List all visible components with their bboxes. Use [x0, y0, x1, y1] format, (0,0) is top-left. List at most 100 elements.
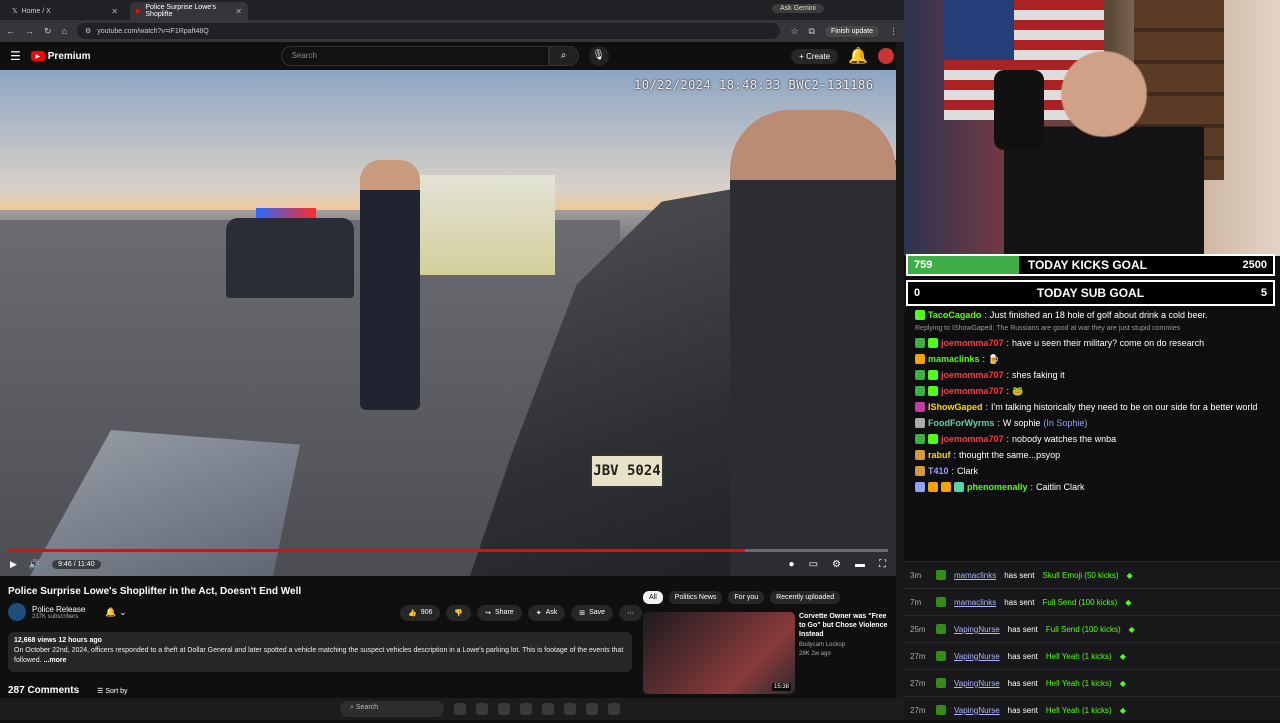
alert-user[interactable]: VapingNurse — [954, 706, 1000, 715]
back-icon[interactable]: ← — [6, 26, 15, 36]
forward-icon[interactable]: → — [25, 26, 34, 36]
chat-reply-tag[interactable]: (In Sophie) — [1043, 417, 1087, 429]
alert-user[interactable]: VapingNurse — [954, 679, 1000, 688]
home-icon[interactable]: ⌂ — [62, 26, 67, 36]
description-more-link[interactable]: ...more — [44, 657, 67, 664]
recommended-channel: Bodycam Lockup — [799, 642, 846, 648]
play-icon[interactable]: ▶ — [10, 559, 17, 570]
chat-message: joemomma707: shes faking it — [906, 367, 1280, 383]
recommended-title[interactable]: Corvette Owner was "Free to Go" but Chos… — [799, 612, 889, 639]
chat-username[interactable]: FoodForWyrms — [928, 417, 994, 429]
alert-item: Full Send (100 kicks) — [1042, 597, 1118, 607]
tab-youtube-video[interactable]: ▶ Police Surprise Lowe's Shoplifte ✕ — [130, 2, 248, 20]
alert-item: Hell Yeah (1 kicks) — [1045, 705, 1112, 715]
gift-badge-icon — [928, 386, 938, 396]
close-icon[interactable]: ✕ — [235, 7, 242, 16]
chat-username[interactable]: mamaclinks — [928, 353, 980, 365]
chip-politics-news[interactable]: Politics News — [668, 591, 723, 604]
player-controls: ▶ 🔊 9:46 / 11:40 ● ▭ ⚙ ▬ ⛶ — [0, 552, 896, 576]
chat-username[interactable]: TacoCagado — [928, 309, 981, 321]
alert-item: Hell Yeah (1 kicks) — [1045, 651, 1112, 661]
alert-user[interactable]: mamaclinks — [954, 571, 996, 580]
chip-all[interactable]: All — [643, 591, 663, 604]
like-button[interactable]: 👍 906 — [400, 605, 441, 621]
youtube-premium-logo[interactable]: ▶ Premium — [30, 51, 91, 62]
spotify-icon[interactable] — [520, 703, 532, 715]
subscriber-badge-icon — [915, 482, 925, 492]
volume-icon[interactable]: 🔊 — [29, 559, 40, 570]
subtitles-icon[interactable]: ▭ — [809, 559, 818, 570]
create-button[interactable]: + Create — [791, 48, 839, 64]
chip-for-you[interactable]: For you — [728, 591, 765, 604]
site-info-icon[interactable]: ⚙ — [85, 27, 91, 35]
search-input[interactable]: Search — [280, 46, 549, 66]
alert-time: 27m — [910, 678, 926, 688]
ask-gemini-button[interactable]: Ask Gemini — [772, 4, 824, 13]
channel-name[interactable]: Police Release — [32, 605, 85, 614]
task-view-icon[interactable] — [454, 703, 466, 715]
discord-icon[interactable] — [586, 703, 598, 715]
video-description[interactable]: 12,668 views 12 hours ago On October 22n… — [8, 632, 632, 672]
channel-avatar[interactable] — [8, 603, 26, 621]
chat-message: TacoCagado: Just finished an 18 hole of … — [906, 307, 1280, 323]
alert-user[interactable]: mamaclinks — [954, 598, 996, 607]
video-thumbnail[interactable]: 15:38 — [643, 612, 795, 694]
obs-icon[interactable] — [542, 703, 554, 715]
autoplay-toggle-icon[interactable]: ● — [789, 559, 795, 570]
chat-username[interactable]: T410 — [928, 465, 949, 477]
steam-icon[interactable] — [564, 703, 576, 715]
dislike-button[interactable]: 👎 — [446, 605, 472, 621]
chat-username[interactable]: joemomma707 — [941, 369, 1004, 381]
close-icon[interactable]: ✕ — [111, 7, 118, 16]
chat-username[interactable]: rabuf — [928, 449, 951, 461]
comment-count: 287 Comments — [8, 685, 80, 696]
avatar[interactable] — [878, 48, 894, 64]
menu-kebab-icon[interactable]: ⋮ — [889, 26, 898, 37]
kicks-goal-current: 759 — [914, 259, 933, 271]
kicks-goal-label: TODAY KICKS GOAL — [1027, 258, 1147, 272]
fullscreen-icon[interactable]: ⛶ — [879, 559, 886, 570]
share-button[interactable]: ↪ Share — [477, 605, 522, 621]
microphone-icon[interactable]: 🎙 — [588, 46, 609, 66]
chat-username[interactable]: joemomma707 — [941, 433, 1004, 445]
more-actions-button[interactable]: ⋯ — [619, 605, 643, 621]
chat-username[interactable]: phenomenally — [967, 481, 1028, 493]
address-bar[interactable]: ⚙ youtube.com/watch?v=iF1Rpaft48Q — [76, 23, 781, 39]
ask-button[interactable]: ✦ Ask — [527, 605, 566, 621]
alert-row: 27m VapingNurse has sent Hell Yeah (1 ki… — [904, 669, 1280, 696]
hamburger-menu-icon[interactable]: ☰ — [10, 49, 21, 63]
subscriber-badge-icon — [915, 338, 925, 348]
bookmark-star-icon[interactable]: ☆ — [790, 26, 798, 37]
chat-username[interactable]: IShowGaped — [928, 401, 983, 413]
subscriber-badge-icon — [915, 434, 925, 444]
extensions-icon[interactable]: ⧉ — [809, 26, 815, 37]
chat-username[interactable]: joemomma707 — [941, 337, 1004, 349]
finish-update-button[interactable]: Finish update — [824, 25, 879, 37]
browser-tab-bar: 𝕏 Home / X ✕ ▶ Police Surprise Lowe's Sh… — [0, 0, 904, 20]
alert-user[interactable]: VapingNurse — [954, 625, 1000, 634]
alert-user[interactable]: VapingNurse — [954, 652, 1000, 661]
app-icon[interactable] — [608, 703, 620, 715]
recommended-meta: 28K 2w ago — [799, 651, 831, 657]
tab-home-x[interactable]: 𝕏 Home / X ✕ — [6, 2, 124, 20]
taskbar-search[interactable]: ⌕ Search — [340, 701, 444, 717]
file-explorer-icon[interactable] — [498, 703, 510, 715]
video-player[interactable]: JBV 5024 10/22/2024 18:48:33 BWC2-131186… — [0, 70, 896, 576]
recommended-video[interactable]: 15:38 Corvette Owner was "Free to Go" bu… — [643, 612, 889, 694]
chat-message: joemomma707: nobody watches the wnba — [906, 431, 1280, 447]
x-logo-icon: 𝕏 — [12, 8, 18, 15]
chrome-icon[interactable] — [476, 703, 488, 715]
save-button[interactable]: ⊞ Save — [571, 605, 614, 621]
chat-username[interactable]: joemomma707 — [941, 385, 1004, 397]
subscribed-bell-button[interactable]: 🔔 ⌄ — [105, 607, 126, 618]
reload-icon[interactable]: ↻ — [44, 26, 52, 37]
theater-mode-icon[interactable]: ▬ — [855, 559, 865, 570]
chat-text: W sophie — [1002, 418, 1041, 428]
settings-gear-icon[interactable]: ⚙ — [832, 559, 841, 570]
more-icon: ⋯ — [627, 610, 635, 617]
notifications-bell-icon[interactable]: 🔔 — [848, 46, 868, 66]
page-scrollbar[interactable] — [896, 42, 904, 698]
chip-recently-uploaded[interactable]: Recently uploaded — [770, 591, 841, 604]
search-icon[interactable]: ⌕ — [548, 46, 579, 66]
sort-by-button[interactable]: ☰ Sort by — [97, 687, 127, 695]
